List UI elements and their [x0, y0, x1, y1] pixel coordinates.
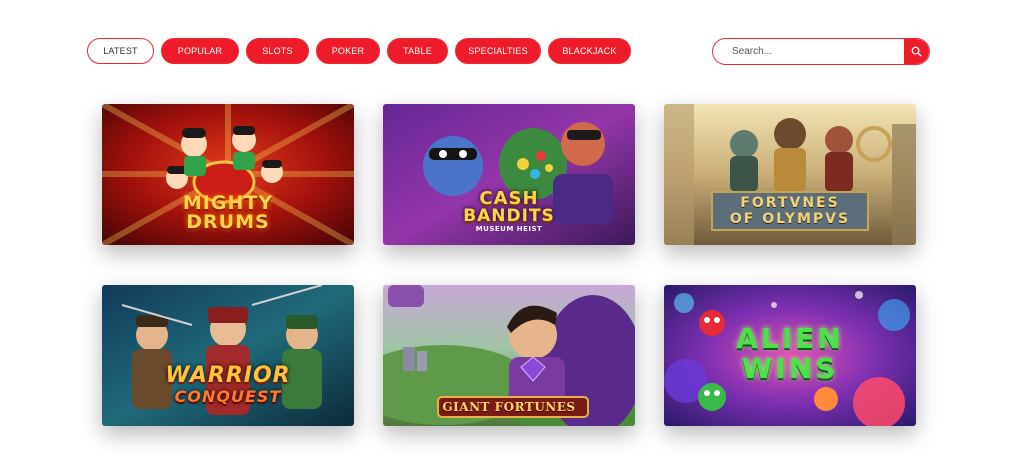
game-card-warrior-conquest[interactable]: WARRIOR CONQUEST — [102, 285, 354, 426]
game-title: CASH BANDITS MUSEUM HEIST — [383, 190, 635, 233]
game-title-line2: OF OLYMPVS — [729, 211, 851, 227]
game-card-alien-wins[interactable]: ALIEN WINS — [664, 285, 916, 426]
game-title: ALIEN WINS — [664, 325, 916, 383]
game-title-line1: FORTVNES — [740, 195, 840, 211]
search-button[interactable] — [904, 39, 929, 64]
game-title-line2: DRUMS — [186, 211, 270, 233]
game-title-line2: BANDITS — [463, 206, 555, 226]
filter-table-button[interactable]: TABLE — [387, 38, 448, 64]
filter-blackjack-button[interactable]: BLACKJACK — [548, 38, 631, 64]
game-title-line2: CONQUEST — [174, 387, 282, 406]
game-title-line1: ALIEN — [736, 322, 844, 355]
category-filter-bar: LATEST POPULAR SLOTS POKER TABLE SPECIAL… — [87, 38, 631, 64]
game-title: WARRIOR CONQUEST — [102, 365, 354, 405]
filter-specialties-button[interactable]: SPECIALTIES — [455, 38, 541, 64]
games-page: LATEST POPULAR SLOTS POKER TABLE SPECIAL… — [0, 0, 1024, 469]
game-title-line2: WINS — [741, 352, 839, 385]
search-input[interactable] — [713, 39, 905, 64]
game-card-mighty-drums[interactable]: MIGHTY DRUMS — [102, 104, 354, 245]
game-card-giant-fortunes[interactable]: GIANT FORTUNES — [383, 285, 635, 426]
filter-slots-button[interactable]: SLOTS — [246, 38, 309, 64]
filter-poker-button[interactable]: POKER — [316, 38, 380, 64]
game-title: MIGHTY DRUMS — [102, 194, 354, 232]
game-title-line1: GIANT FORTUNES — [442, 400, 576, 414]
filter-latest-button[interactable]: LATEST — [87, 38, 154, 64]
filter-popular-button[interactable]: POPULAR — [161, 38, 239, 64]
game-card-cash-bandits[interactable]: CASH BANDITS MUSEUM HEIST — [383, 104, 635, 245]
game-subtitle: MUSEUM HEIST — [475, 225, 543, 233]
search-box — [712, 38, 930, 65]
game-title: GIANT FORTUNES — [383, 401, 635, 413]
game-title-line1: WARRIOR — [165, 363, 291, 388]
game-title: FORTVNES OF OLYMPVS — [664, 196, 916, 226]
game-card-fortunes-of-olympus[interactable]: FORTVNES OF OLYMPVS — [664, 104, 916, 245]
search-icon — [911, 46, 922, 57]
